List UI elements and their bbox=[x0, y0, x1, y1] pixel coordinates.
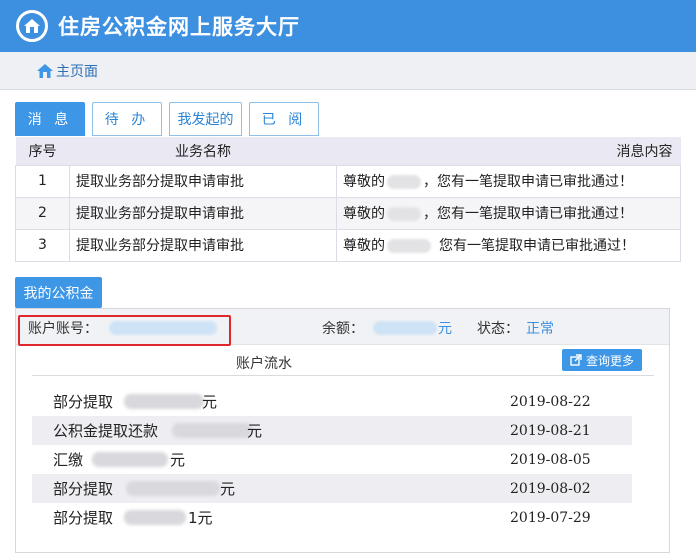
tab-read[interactable]: 已 阅 bbox=[249, 102, 319, 136]
tab-messages[interactable]: 消 息 bbox=[15, 102, 85, 136]
row-business: 提取业务部分提取申请审批 bbox=[69, 164, 337, 198]
flow-date: 2019-08-05 bbox=[510, 451, 591, 468]
flow-desc: 公积金提取还款 bbox=[53, 422, 159, 440]
row-business: 提取业务部分提取申请审批 bbox=[69, 196, 337, 230]
row-content: 尊敬的 您有一笔提取申请已审批通过！ bbox=[336, 228, 681, 262]
redacted-amount bbox=[92, 452, 168, 467]
breadcrumb-bar: 主页面 bbox=[0, 52, 696, 90]
account-info-row: 账户账号： 余额： 元 状态： 正常 bbox=[16, 309, 669, 346]
table-row[interactable]: 1 提取业务部分提取申请审批 尊敬的 ，您有一笔提取申请已审批通过！ bbox=[15, 164, 681, 198]
fund-panel: 账户账号： 余额： 元 状态： 正常 账户流水 查询更多 部分提取 元 2019… bbox=[15, 308, 670, 553]
query-more-button[interactable]: 查询更多 bbox=[562, 349, 642, 371]
redacted-name bbox=[387, 175, 421, 189]
status-label: 状态： bbox=[477, 321, 519, 337]
content-prefix: 尊敬的 bbox=[343, 238, 385, 254]
flow-unit: 元 bbox=[170, 451, 186, 469]
list-item[interactable]: 部分提取 1元 2019-07-29 bbox=[32, 503, 632, 532]
flow-unit: 元 bbox=[220, 480, 236, 498]
row-content: 尊敬的 ，您有一笔提取申请已审批通过！ bbox=[336, 164, 681, 198]
app-title: 住房公积金网上服务大厅 bbox=[58, 15, 300, 39]
list-item[interactable]: 部分提取 元 2019-08-02 bbox=[32, 474, 632, 503]
home-link-label: 主页面 bbox=[56, 63, 98, 80]
account-highlight-box bbox=[18, 315, 231, 346]
content-suffix: ，您有一笔提取申请已审批通过！ bbox=[423, 174, 633, 190]
redacted-name bbox=[387, 207, 421, 221]
status-value: 正常 bbox=[526, 321, 554, 337]
table-row[interactable]: 3 提取业务部分提取申请审批 尊敬的 您有一笔提取申请已审批通过！ bbox=[15, 228, 681, 262]
redacted-balance bbox=[373, 321, 437, 335]
header-index: 序号 bbox=[15, 137, 70, 165]
row-content: 尊敬的 ，您有一笔提取申请已审批通过！ bbox=[336, 196, 681, 230]
row-index: 1 bbox=[15, 164, 70, 198]
table-row[interactable]: 2 提取业务部分提取申请审批 尊敬的 ，您有一笔提取申请已审批通过！ bbox=[15, 196, 681, 230]
flow-desc: 汇缴 bbox=[53, 451, 84, 469]
content-suffix: 您有一笔提取申请已审批通过！ bbox=[439, 238, 635, 254]
flow-desc: 部分提取 bbox=[53, 509, 114, 527]
redacted-amount bbox=[172, 423, 252, 438]
home-link[interactable]: 主页面 bbox=[36, 61, 98, 81]
app-header: 住房公积金网上服务大厅 bbox=[0, 0, 696, 52]
list-item[interactable]: 汇缴 元 2019-08-05 bbox=[32, 445, 632, 474]
flow-desc: 部分提取 bbox=[53, 480, 114, 498]
redacted-amount bbox=[124, 510, 186, 525]
row-business: 提取业务部分提取申请审批 bbox=[69, 228, 337, 262]
flow-date: 2019-08-02 bbox=[510, 480, 591, 497]
flow-title: 账户流水 bbox=[236, 356, 292, 372]
content-prefix: 尊敬的 bbox=[343, 206, 385, 222]
redacted-amount bbox=[126, 481, 220, 496]
list-item[interactable]: 部分提取 元 2019-08-22 bbox=[32, 387, 632, 416]
flow-date: 2019-08-21 bbox=[510, 422, 591, 439]
query-more-label: 查询更多 bbox=[585, 353, 634, 368]
list-item[interactable]: 公积金提取还款 元 2019-08-21 bbox=[32, 416, 632, 445]
flow-date: 2019-07-29 bbox=[510, 509, 591, 526]
message-table: 序号 业务名称 消息内容 1 提取业务部分提取申请审批 尊敬的 ，您有一笔提取申请… bbox=[15, 137, 681, 262]
redacted-name bbox=[387, 239, 431, 253]
redacted-amount bbox=[124, 394, 204, 409]
header-business: 业务名称 bbox=[69, 137, 337, 165]
tab-initiated[interactable]: 我发起的 bbox=[169, 102, 242, 136]
row-index: 2 bbox=[15, 196, 70, 230]
header-content: 消息内容 bbox=[336, 137, 681, 165]
external-link-icon bbox=[570, 354, 582, 366]
balance-label: 余额： bbox=[322, 321, 364, 337]
flow-unit: 1元 bbox=[188, 509, 213, 527]
content-suffix: ，您有一笔提取申请已审批通过！ bbox=[423, 206, 633, 222]
home-icon bbox=[37, 63, 53, 78]
balance-unit: 元 bbox=[438, 321, 452, 337]
content-prefix: 尊敬的 bbox=[343, 174, 385, 190]
message-tabs: 消 息 待 办 我发起的 已 阅 bbox=[15, 102, 326, 136]
home-logo-icon bbox=[16, 10, 48, 42]
flow-divider bbox=[32, 375, 654, 376]
flow-date: 2019-08-22 bbox=[510, 393, 591, 410]
table-header-row: 序号 业务名称 消息内容 bbox=[15, 137, 681, 165]
tab-my-fund[interactable]: 我的公积金 bbox=[15, 277, 102, 308]
flow-list: 部分提取 元 2019-08-22 公积金提取还款 元 2019-08-21 汇… bbox=[32, 387, 632, 532]
tab-todo[interactable]: 待 办 bbox=[92, 102, 162, 136]
row-index: 3 bbox=[15, 228, 70, 262]
flow-unit: 元 bbox=[202, 393, 218, 411]
flow-unit: 元 bbox=[247, 422, 263, 440]
flow-desc: 部分提取 bbox=[53, 393, 114, 411]
